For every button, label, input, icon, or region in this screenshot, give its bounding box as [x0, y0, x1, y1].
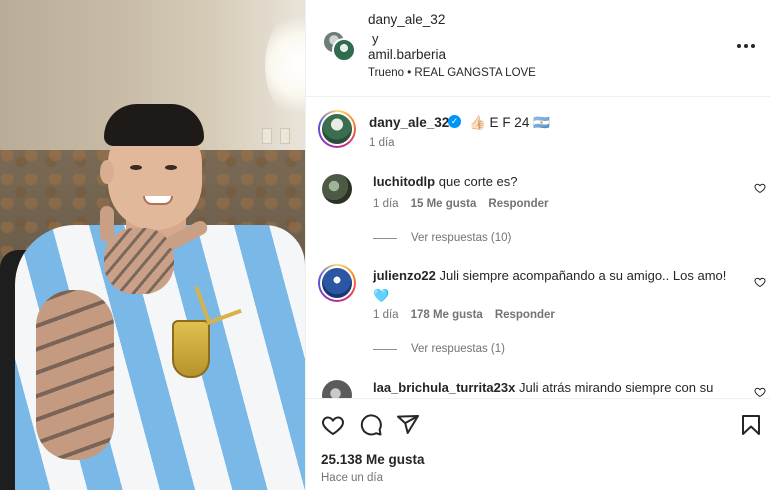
more-options-button[interactable] [736, 36, 756, 56]
photo-smile [143, 196, 173, 205]
bookmark-icon[interactable] [739, 413, 763, 437]
comment-text: Juli siempre acompañando a su amigo.. Lo… [439, 268, 727, 283]
photo-thumb [100, 206, 114, 242]
caption-text: 👍🏻 E F 24 🇦🇷 [469, 115, 550, 130]
reply-button[interactable]: Responder [488, 198, 548, 210]
heart-icon[interactable] [754, 386, 766, 398]
post-header: dany_ale_32 y amil.barberia Trueno • REA… [306, 0, 770, 97]
view-replies-button[interactable]: Ver respuestas (1) [373, 343, 505, 355]
more-icon [737, 44, 741, 48]
audio-track-link[interactable]: Trueno • REAL GANGSTA LOVE [368, 67, 536, 79]
photo-switch [262, 128, 272, 144]
post-sidebar: dany_ale_32 y amil.barberia Trueno • REA… [305, 0, 770, 490]
comment-likes[interactable]: 178 Me gusta [411, 309, 483, 321]
comment-username[interactable]: laa_brichula_turrita23x [373, 380, 515, 395]
heart-icon[interactable] [321, 413, 345, 437]
comment-username[interactable]: julienzo22 [373, 268, 436, 283]
comment-likes[interactable]: 15 Me gusta [411, 198, 477, 210]
comment-body: laa_brichula_turrita23x Juli atrás miran… [373, 380, 748, 396]
comment-text: Juli atrás mirando siempre con su [518, 380, 714, 395]
photo-ear [100, 160, 114, 184]
comment-time[interactable]: 1 día [373, 198, 399, 210]
heart-icon[interactable] [754, 276, 766, 288]
view-replies-label: Ver respuestas (1) [411, 343, 505, 355]
divider [373, 237, 397, 239]
photo-eye [165, 165, 177, 170]
comment-body: julienzo22 Juli siempre acompañando a su… [373, 268, 748, 284]
photo-switch [280, 128, 290, 144]
verified-badge-icon: ✓ [448, 115, 461, 128]
comment-meta: 1 día 15 Me gusta Responder [373, 198, 548, 210]
collab-connector: y [372, 31, 379, 46]
photo-eye [130, 165, 142, 170]
comment-username[interactable]: luchitodlp [373, 174, 435, 189]
view-replies-button[interactable]: Ver respuestas (10) [373, 232, 511, 244]
post-photo[interactable] [0, 0, 305, 490]
story-ring-avatar[interactable] [318, 264, 356, 302]
divider [373, 348, 397, 350]
comment-time[interactable]: 1 día [373, 309, 399, 321]
author-username[interactable]: dany_ale_32 [368, 12, 445, 27]
likes-count[interactable]: 25.138 Me gusta [321, 452, 425, 467]
photo-crest [172, 320, 210, 378]
photo-hand [104, 228, 174, 294]
collaborator-username[interactable]: amil.barberia [368, 47, 446, 62]
heart-icon[interactable] [754, 182, 766, 194]
caption-username[interactable]: dany_ale_32 [369, 115, 449, 130]
reply-button[interactable]: Responder [495, 309, 555, 321]
comment-icon[interactable] [359, 413, 383, 437]
collab-avatars[interactable] [322, 30, 358, 64]
comment-meta: 1 día 178 Me gusta Responder [373, 309, 555, 321]
post-actions: 25.138 Me gusta Hace un día [306, 398, 770, 490]
photo-tattooed-arm [36, 290, 114, 460]
caption-timestamp[interactable]: 1 día [369, 137, 395, 149]
avatar[interactable] [322, 380, 352, 398]
comments-list[interactable]: dany_ale_32 ✓ 👍🏻 E F 24 🇦🇷 1 día luchito… [306, 98, 770, 398]
share-icon[interactable] [396, 413, 420, 437]
comment-text: que corte es? [438, 174, 518, 189]
avatar[interactable] [322, 174, 352, 204]
blue-heart-emoji: 🩵 [373, 288, 390, 303]
story-ring-avatar[interactable] [318, 110, 356, 148]
photo-hair [104, 104, 204, 146]
post-modal: dany_ale_32 y amil.barberia Trueno • REA… [0, 0, 770, 490]
comment-body: luchitodlp que corte es? [373, 174, 748, 190]
avatar [332, 38, 356, 62]
view-replies-label: Ver respuestas (10) [411, 232, 512, 244]
post-timestamp[interactable]: Hace un día [321, 472, 383, 484]
